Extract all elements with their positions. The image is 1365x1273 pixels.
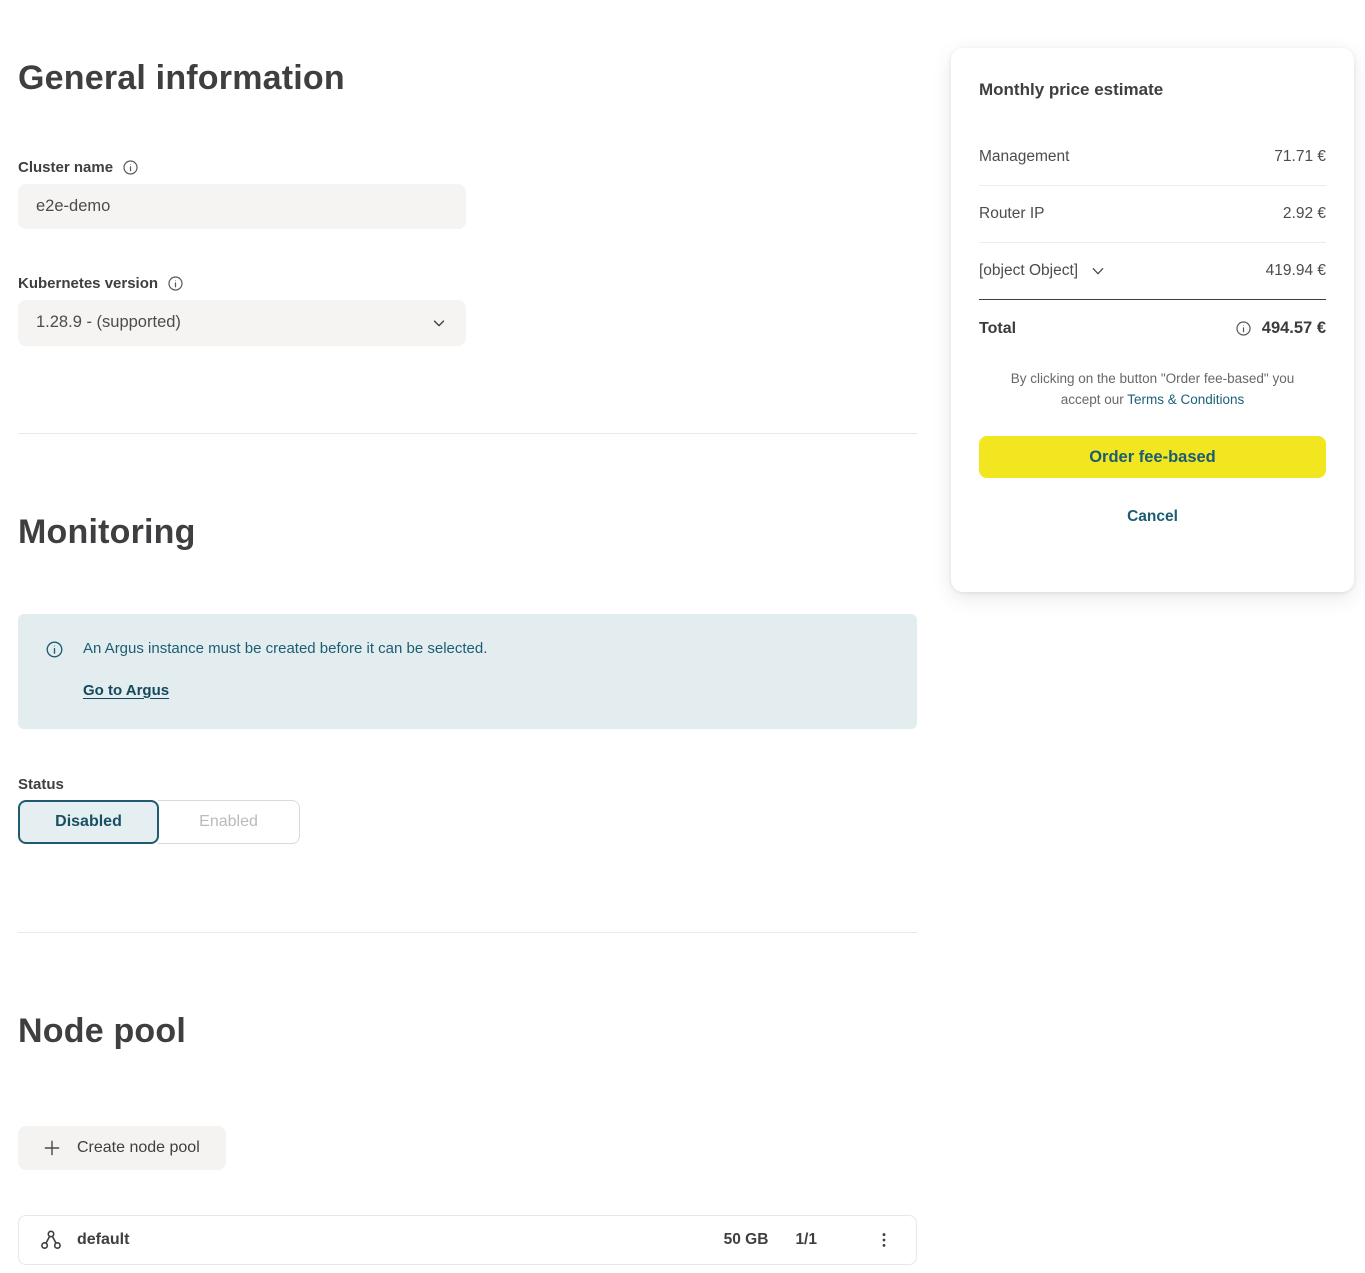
order-fee-based-button[interactable]: Order fee-based (979, 436, 1326, 478)
chevron-down-icon[interactable] (1090, 263, 1106, 279)
node-pool-name: default (77, 1231, 129, 1249)
status-toggle: Disabled Enabled (18, 800, 300, 844)
info-icon[interactable] (1235, 320, 1252, 337)
monitoring-title: Monitoring (18, 512, 917, 553)
kubernetes-version-label-row: Kubernetes version (18, 275, 917, 292)
info-icon[interactable] (167, 275, 184, 292)
argus-info-banner: An Argus instance must be created before… (18, 614, 917, 729)
price-item-value: 419.94 € (1266, 262, 1326, 280)
kubernetes-version-label: Kubernetes version (18, 275, 158, 292)
status-option-enabled[interactable]: Enabled (158, 800, 300, 844)
main-column: General information Cluster name e2e-dem… (18, 0, 917, 1265)
banner-body: An Argus instance must be created before… (83, 640, 487, 729)
node-pool-size: 50 GB (724, 1231, 769, 1249)
price-rows: Management 71.71 € Router IP 2.92 € [obj… (979, 129, 1326, 300)
plus-icon (42, 1138, 62, 1158)
price-total-row: Total 494.57 € (979, 300, 1326, 338)
create-node-pool-label: Create node pool (77, 1139, 200, 1157)
node-pool-node-count: 1/1 (795, 1231, 817, 1249)
price-item-label: [object Object] (979, 262, 1106, 280)
banner-message: An Argus instance must be created before… (83, 640, 487, 658)
node-pool-title: Node pool (18, 1011, 917, 1052)
price-item-label-text: [object Object] (979, 262, 1078, 280)
price-row-object: [object Object] 419.94 € (979, 243, 1326, 300)
price-item-value: 71.71 € (1274, 148, 1326, 166)
chevron-down-icon (430, 314, 448, 332)
node-pool-row-details: 50 GB 1/1 (724, 1222, 902, 1258)
kubernetes-version-value: 1.28.9 - (supported) (36, 313, 181, 332)
node-pool-menu-button[interactable] (866, 1222, 902, 1258)
create-node-pool-button[interactable]: Create node pool (18, 1126, 226, 1170)
cluster-name-label: Cluster name (18, 159, 113, 176)
price-item-label: Router IP (979, 205, 1044, 223)
section-divider (18, 433, 917, 434)
cluster-name-label-row: Cluster name (18, 159, 917, 176)
price-item-label: Management (979, 148, 1069, 166)
terms-text: By clicking on the button "Order fee-bas… (997, 368, 1309, 410)
kebab-menu-icon (874, 1230, 894, 1250)
info-icon (45, 640, 64, 659)
monthly-price-estimate-card: Monthly price estimate Management 71.71 … (951, 48, 1354, 592)
total-value-group: 494.57 € (1235, 319, 1326, 338)
kubernetes-version-select[interactable]: 1.28.9 - (supported) (18, 300, 466, 346)
cluster-create-page: General information Cluster name e2e-dem… (0, 0, 1365, 1273)
price-card-title: Monthly price estimate (979, 80, 1326, 100)
node-pool-icon (39, 1228, 63, 1252)
price-row-management: Management 71.71 € (979, 129, 1326, 186)
cluster-name-input[interactable]: e2e-demo (18, 184, 466, 229)
total-value: 494.57 € (1262, 319, 1326, 338)
price-item-value: 2.92 € (1283, 205, 1326, 223)
status-option-disabled[interactable]: Disabled (18, 800, 159, 844)
terms-and-conditions-link[interactable]: Terms & Conditions (1127, 392, 1244, 407)
total-label: Total (979, 320, 1016, 338)
go-to-argus-link[interactable]: Go to Argus (83, 682, 169, 699)
cluster-name-value: e2e-demo (36, 197, 110, 216)
info-icon[interactable] (122, 159, 139, 176)
price-row-router-ip: Router IP 2.92 € (979, 186, 1326, 243)
node-pool-row[interactable]: default 50 GB 1/1 (18, 1215, 917, 1265)
general-information-title: General information (18, 58, 917, 99)
status-label: Status (18, 776, 917, 793)
cancel-button[interactable]: Cancel (1127, 508, 1178, 526)
section-divider (18, 932, 917, 933)
